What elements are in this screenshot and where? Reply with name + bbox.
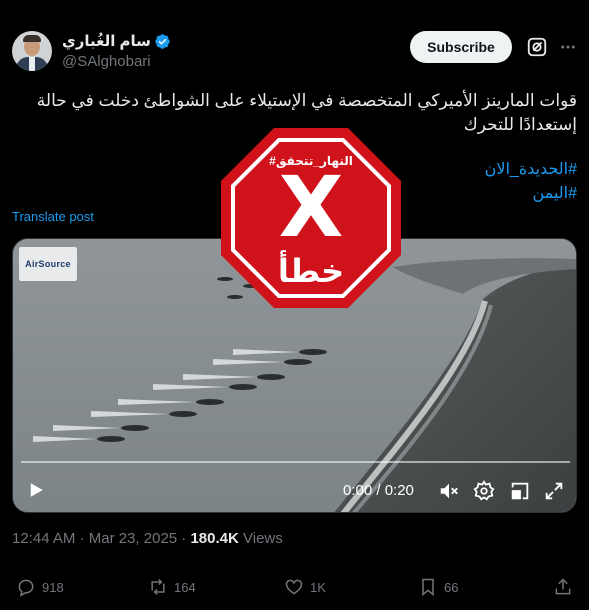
translate-post-link[interactable]: Translate post	[12, 209, 94, 224]
post-date[interactable]: Mar 23, 2025	[89, 530, 177, 547]
bookmark-count: 66	[444, 579, 459, 595]
picture-in-picture-icon[interactable]	[509, 480, 531, 502]
meta-separator: ·	[181, 530, 187, 547]
subscribe-button[interactable]: Subscribe	[410, 31, 512, 63]
reply-button[interactable]: 918	[16, 577, 64, 597]
author-handle[interactable]: @SAlghobari	[62, 53, 151, 70]
fullscreen-icon[interactable]	[543, 480, 565, 502]
share-icon	[555, 578, 571, 595]
like-button[interactable]: 1K	[284, 577, 326, 597]
settings-icon[interactable]	[473, 480, 495, 502]
reply-icon	[18, 579, 34, 597]
meta-separator: ·	[79, 530, 85, 547]
post-time[interactable]: 12:44 AM	[12, 530, 75, 547]
video-time: 0:00 / 0:20	[343, 482, 414, 499]
reply-count: 918	[42, 579, 64, 595]
grok-icon[interactable]	[522, 32, 552, 62]
fact-check-stamp: #النهار_تتحقق X خطأ	[221, 128, 401, 308]
views-count: 180.4K	[190, 530, 239, 547]
views-label: Views	[243, 530, 283, 547]
avatar[interactable]	[12, 31, 52, 71]
post-meta: 12:44 AM · Mar 23, 2025 · 180.4K Views	[12, 530, 283, 547]
author-name[interactable]: سام الغُباري	[62, 32, 151, 50]
video-source-logo: AirSource	[19, 247, 77, 281]
verified-badge-icon	[155, 33, 170, 49]
bookmark-icon	[422, 578, 434, 597]
play-icon[interactable]	[27, 481, 45, 499]
heart-icon	[285, 579, 303, 595]
like-count: 1K	[310, 579, 326, 595]
video-progress-bar[interactable]	[21, 461, 570, 463]
bookmark-button[interactable]: 66	[418, 577, 458, 597]
more-options-icon[interactable]	[558, 32, 578, 62]
post-header: سام الغُباري @SAlghobari Subscribe	[12, 31, 577, 73]
false-x-mark: X	[278, 158, 344, 256]
fact-check-verdict: خطأ	[277, 253, 345, 289]
repost-icon	[151, 578, 165, 596]
repost-button[interactable]: 164	[148, 577, 196, 597]
action-bar: 918 164 1K 66	[12, 577, 577, 601]
author-name-row[interactable]: سام الغُباري	[62, 32, 171, 50]
share-button[interactable]	[553, 577, 573, 597]
repost-count: 164	[174, 579, 196, 595]
mute-icon[interactable]	[438, 480, 460, 502]
